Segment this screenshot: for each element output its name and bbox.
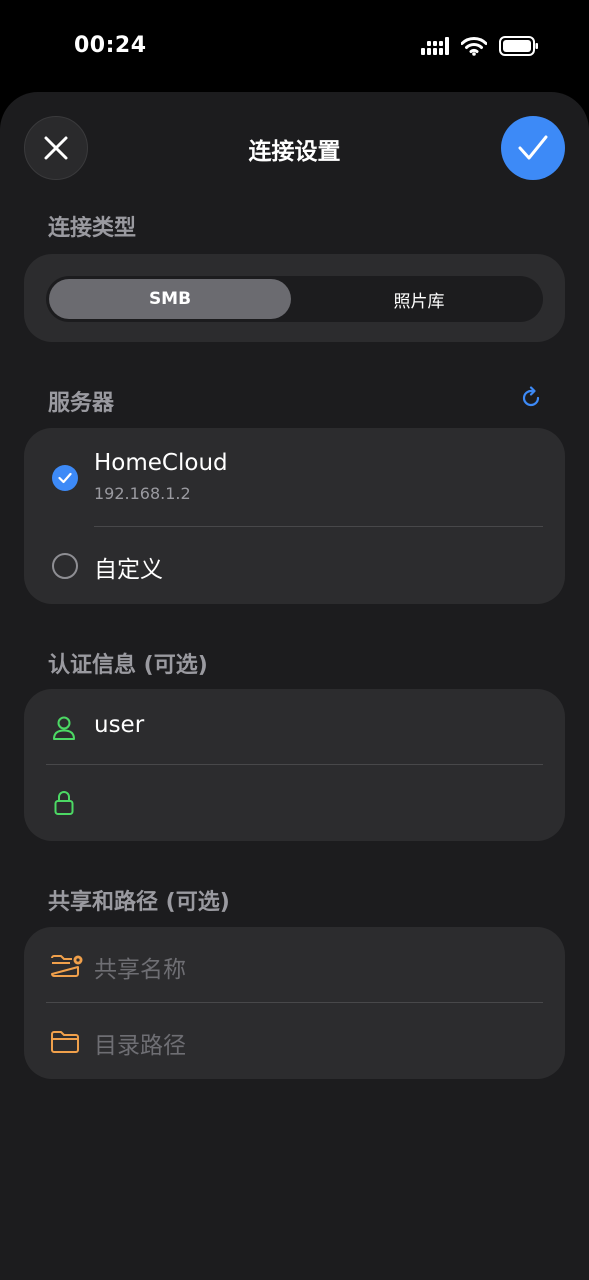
segment-photo-library[interactable]: 照片库 — [298, 279, 540, 319]
refresh-icon — [522, 386, 540, 407]
connection-settings-sheet: 连接设置 连接类型 SMB 照片库 服务器 HomeCloud 192.168.… — [0, 92, 589, 1280]
share-name-input[interactable]: 共享名称 — [94, 950, 186, 984]
share-path-card: 共享名称 目录路径 — [24, 927, 565, 1079]
directory-path-input[interactable]: 目录路径 — [94, 1026, 186, 1060]
server-address: 192.168.1.2 — [94, 484, 191, 503]
user-icon — [52, 715, 76, 745]
connection-type-segmented-control: SMB 照片库 — [46, 276, 543, 322]
password-field[interactable] — [94, 789, 534, 819]
server-item-homecloud[interactable]: HomeCloud 192.168.1.2 — [24, 428, 565, 526]
auth-label: 认证信息 (可选) — [48, 653, 208, 678]
server-name: 自定义 — [94, 557, 163, 583]
segment-smb[interactable]: SMB — [49, 279, 291, 319]
divider — [46, 1002, 543, 1003]
divider — [46, 764, 543, 765]
confirm-button[interactable] — [501, 116, 565, 180]
server-label: 服务器 — [48, 391, 115, 416]
cellular-signal-icon — [421, 37, 449, 55]
radio-unselected-icon — [52, 553, 78, 579]
username-field[interactable]: user — [94, 712, 144, 738]
auth-card: user — [24, 689, 565, 841]
connection-type-card: SMB 照片库 — [24, 254, 565, 342]
status-time: 00:24 — [74, 33, 147, 58]
refresh-button[interactable] — [519, 386, 543, 414]
radio-selected-icon — [52, 465, 78, 491]
server-name: HomeCloud — [94, 450, 228, 476]
server-list-card: HomeCloud 192.168.1.2 自定义 — [24, 428, 565, 604]
share-label: 共享和路径 (可选) — [48, 890, 230, 915]
status-bar: 00:24 — [0, 0, 589, 92]
lock-icon — [54, 790, 74, 820]
folder-icon — [50, 1030, 80, 1058]
checkmark-icon — [518, 135, 548, 160]
folder-settings-icon — [50, 954, 84, 982]
wifi-icon — [461, 36, 487, 56]
status-icons — [421, 36, 539, 56]
connection-type-label: 连接类型 — [48, 216, 137, 241]
battery-icon — [499, 36, 538, 56]
server-item-custom[interactable]: 自定义 — [24, 527, 565, 604]
